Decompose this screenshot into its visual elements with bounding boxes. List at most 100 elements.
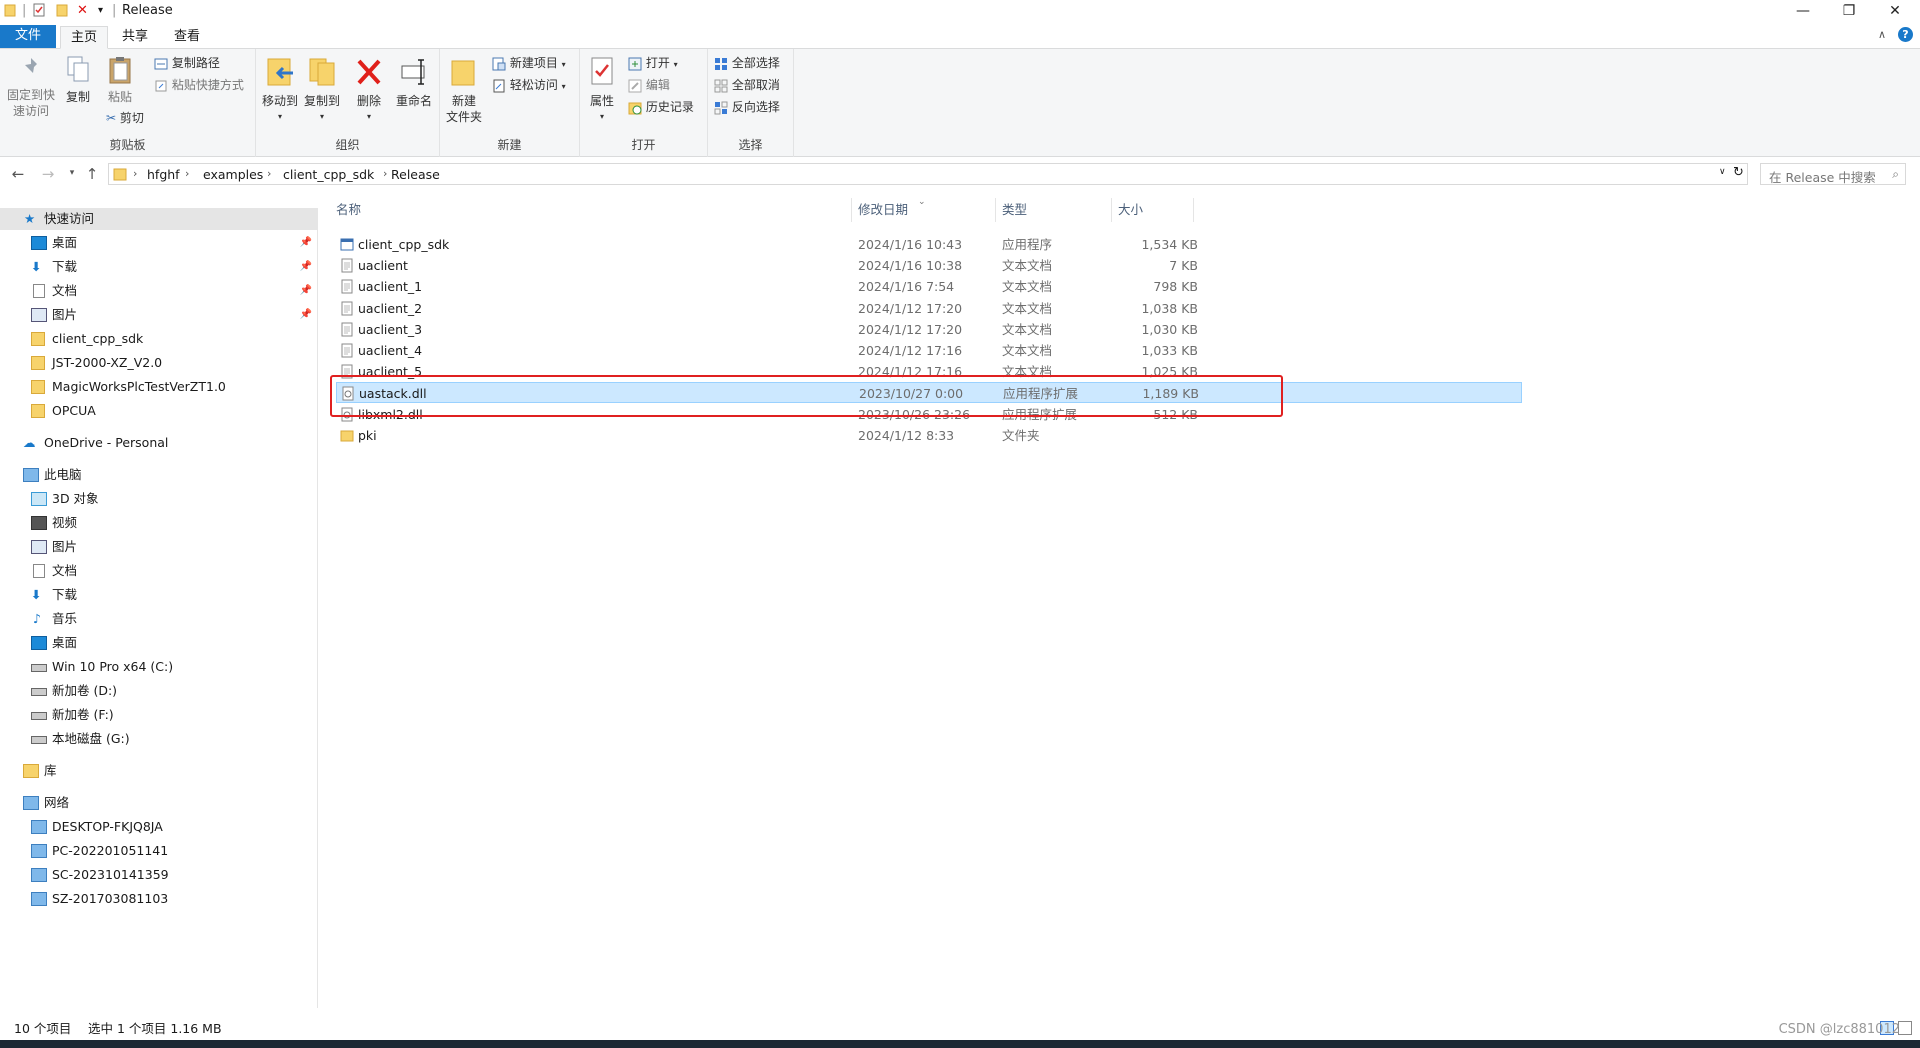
select-all-button[interactable]: 全部选择: [714, 54, 780, 72]
copy-button[interactable]: 复制: [60, 55, 96, 105]
sidebar-item-network[interactable]: 网络: [0, 792, 318, 814]
column-header-name[interactable]: 名称: [330, 198, 852, 222]
tab-view[interactable]: 查看: [164, 26, 210, 49]
delete-quick-icon[interactable]: ✕: [77, 3, 88, 19]
folder-icon: [113, 167, 127, 184]
sidebar-item-documents[interactable]: 文档 📌: [0, 280, 318, 302]
document-icon: [33, 564, 45, 578]
search-input[interactable]: 在 Release 中搜索 ⌕: [1760, 163, 1906, 185]
sidebar-item-drive-c[interactable]: Win 10 Pro x64 (C:): [0, 656, 318, 678]
sidebar-item-videos[interactable]: 视频: [0, 512, 318, 534]
file-row[interactable]: uaclient_4 2024/1/12 17:16 文本文档 1,033 KB: [336, 340, 1522, 361]
sidebar-label: DESKTOP-FKJQ8JA: [52, 819, 163, 834]
minimize-button[interactable]: —: [1780, 0, 1826, 22]
history-button[interactable]: 历史记录: [628, 98, 694, 116]
delete-button[interactable]: 删除 ▾: [352, 55, 386, 125]
sidebar-item-pc-downloads[interactable]: ⬇ 下载: [0, 584, 318, 606]
sidebar-item-jst[interactable]: JST-2000-XZ_V2.0: [0, 352, 318, 374]
sidebar-item-pc-pictures[interactable]: 图片: [0, 536, 318, 558]
copy-to-button[interactable]: 复制到 ▾: [302, 55, 342, 125]
restore-button[interactable]: ❐: [1826, 0, 1872, 22]
sidebar-item-magicworks[interactable]: MagicWorksPlcTestVerZT1.0: [0, 376, 318, 398]
sidebar-item-downloads[interactable]: ⬇ 下载 📌: [0, 256, 318, 278]
sidebar-item-pc-desktop[interactable]: 桌面: [0, 632, 318, 654]
text-file-icon: [340, 258, 354, 273]
properties-button[interactable]: 属性 ▾: [584, 55, 620, 125]
tab-file[interactable]: 文件: [0, 25, 56, 48]
copy-path-button[interactable]: 复制路径: [154, 54, 220, 72]
file-row[interactable]: uaclient_1 2024/1/16 7:54 文本文档 798 KB: [336, 276, 1522, 297]
easy-access-button[interactable]: 轻松访问 ▾: [492, 76, 566, 96]
breadcrumb-release[interactable]: Release: [391, 167, 440, 182]
move-to-button[interactable]: 移动到 ▾: [260, 55, 300, 125]
select-none-button[interactable]: 全部取消: [714, 76, 780, 94]
sidebar-item-drive-d[interactable]: 新加卷 (D:): [0, 680, 318, 702]
sidebar-item-network-pc-3[interactable]: SC-202310141359: [0, 864, 318, 886]
sidebar-item-pictures[interactable]: 图片 📌: [0, 304, 318, 326]
sidebar-item-quick-access[interactable]: ★ 快速访问: [0, 208, 318, 230]
paste-shortcut-button[interactable]: 粘贴快捷方式: [154, 76, 244, 94]
tab-share[interactable]: 共享: [112, 26, 158, 49]
large-icons-view-icon[interactable]: [1898, 1021, 1912, 1035]
rename-button[interactable]: 重命名: [392, 55, 436, 109]
dropdown-arrow-icon: ▾: [561, 82, 566, 91]
cut-button[interactable]: ✂ 剪切: [106, 109, 144, 127]
column-header-size[interactable]: 大小: [1112, 198, 1194, 222]
file-row[interactable]: uastack.dll 2023/10/27 0:00 应用程序扩展 1,189 KB: [336, 382, 1522, 404]
recent-locations-icon[interactable]: ▾: [62, 168, 82, 186]
file-type: 文本文档: [1002, 258, 1053, 274]
file-row[interactable]: uaclient 2024/1/16 10:38 文本文档 7 KB: [336, 255, 1522, 276]
paste-button[interactable]: 粘贴: [102, 55, 138, 105]
breadcrumb-examples[interactable]: examples: [203, 167, 263, 182]
up-arrow-icon[interactable]: ↑: [82, 165, 102, 183]
address-bar[interactable]: › hfghf › examples › client_cpp_sdk › Re…: [108, 163, 1748, 185]
file-row[interactable]: libxml2.dll 2023/10/26 23:26 应用程序扩展 512 KB: [336, 404, 1522, 425]
file-row[interactable]: uaclient_5 2024/1/12 17:16 文本文档 1,025 KB: [336, 361, 1522, 382]
sidebar-item-network-pc-1[interactable]: DESKTOP-FKJQ8JA: [0, 816, 318, 838]
column-header-type[interactable]: 类型: [996, 198, 1112, 222]
breadcrumb-client-cpp-sdk[interactable]: client_cpp_sdk: [283, 167, 374, 182]
sidebar-item-this-pc[interactable]: 此电脑: [0, 464, 318, 486]
collapse-ribbon-icon[interactable]: ∧: [1878, 28, 1886, 41]
sidebar-item-music[interactable]: ♪ 音乐: [0, 608, 318, 630]
sidebar-item-libraries[interactable]: 库: [0, 760, 318, 782]
sidebar-item-drive-g[interactable]: 本地磁盘 (G:): [0, 728, 318, 750]
help-icon[interactable]: ?: [1898, 27, 1913, 42]
tab-home[interactable]: 主页: [60, 26, 109, 49]
column-header-modified[interactable]: 修改日期 ⌄: [852, 197, 996, 222]
edit-label: 编辑: [645, 78, 670, 92]
search-icon: ⌕: [1892, 167, 1899, 181]
sidebar-item-pc-documents[interactable]: 文档: [0, 560, 318, 582]
forward-arrow-icon[interactable]: →: [38, 165, 58, 183]
sidebar-item-network-pc-4[interactable]: SZ-201703081103: [0, 888, 318, 910]
new-folder-quick-icon[interactable]: [56, 3, 68, 22]
sidebar-item-drive-f[interactable]: 新加卷 (F:): [0, 704, 318, 726]
file-size: 1,025 KB: [1141, 364, 1198, 380]
sidebar-item-client-cpp-sdk[interactable]: client_cpp_sdk: [0, 328, 318, 350]
new-item-button[interactable]: 新建项目 ▾: [492, 54, 566, 74]
new-folder-button[interactable]: 新建 文件夹: [444, 55, 484, 125]
text-file-icon: [340, 322, 354, 337]
sidebar-item-network-pc-2[interactable]: PC-202201051141: [0, 840, 318, 862]
sidebar-item-opcua[interactable]: OPCUA: [0, 400, 318, 422]
address-dropdown-icon[interactable]: ∨: [1719, 167, 1726, 177]
invert-selection-button[interactable]: 反向选择: [714, 98, 780, 116]
sidebar-item-desktop[interactable]: 桌面 📌: [0, 232, 318, 254]
refresh-icon[interactable]: ↻: [1733, 165, 1744, 180]
back-arrow-icon[interactable]: ←: [8, 165, 28, 183]
open-button[interactable]: 打开 ▾: [628, 54, 678, 74]
file-row[interactable]: client_cpp_sdk 2024/1/16 10:43 应用程序 1,534 K…: [336, 234, 1522, 255]
file-row[interactable]: uaclient_2 2024/1/12 17:20 文本文档 1,038 KB: [336, 298, 1522, 319]
file-row[interactable]: uaclient_3 2024/1/12 17:20 文本文档 1,030 KB: [336, 319, 1522, 340]
sidebar-item-onedrive[interactable]: ☁ OneDrive - Personal: [0, 432, 318, 454]
edit-button[interactable]: 编辑: [628, 76, 670, 94]
sidebar-item-3d-objects[interactable]: 3D 对象: [0, 488, 318, 510]
close-button[interactable]: ✕: [1872, 0, 1918, 22]
customize-quick-access-icon[interactable]: ▾: [98, 3, 103, 19]
pin-quick-access-button[interactable]: 固定到快 速访问: [6, 55, 56, 119]
open-group: 属性 ▾ 打开 ▾ 编辑 历史记录 打开: [580, 49, 708, 157]
breadcrumb-hfghf[interactable]: hfghf: [147, 167, 180, 182]
properties-quick-icon[interactable]: [32, 3, 46, 22]
selection-info: 选中 1 个项目 1.16 MB: [88, 1021, 222, 1036]
file-row[interactable]: pki 2024/1/12 8:33 文件夹: [336, 425, 1522, 446]
